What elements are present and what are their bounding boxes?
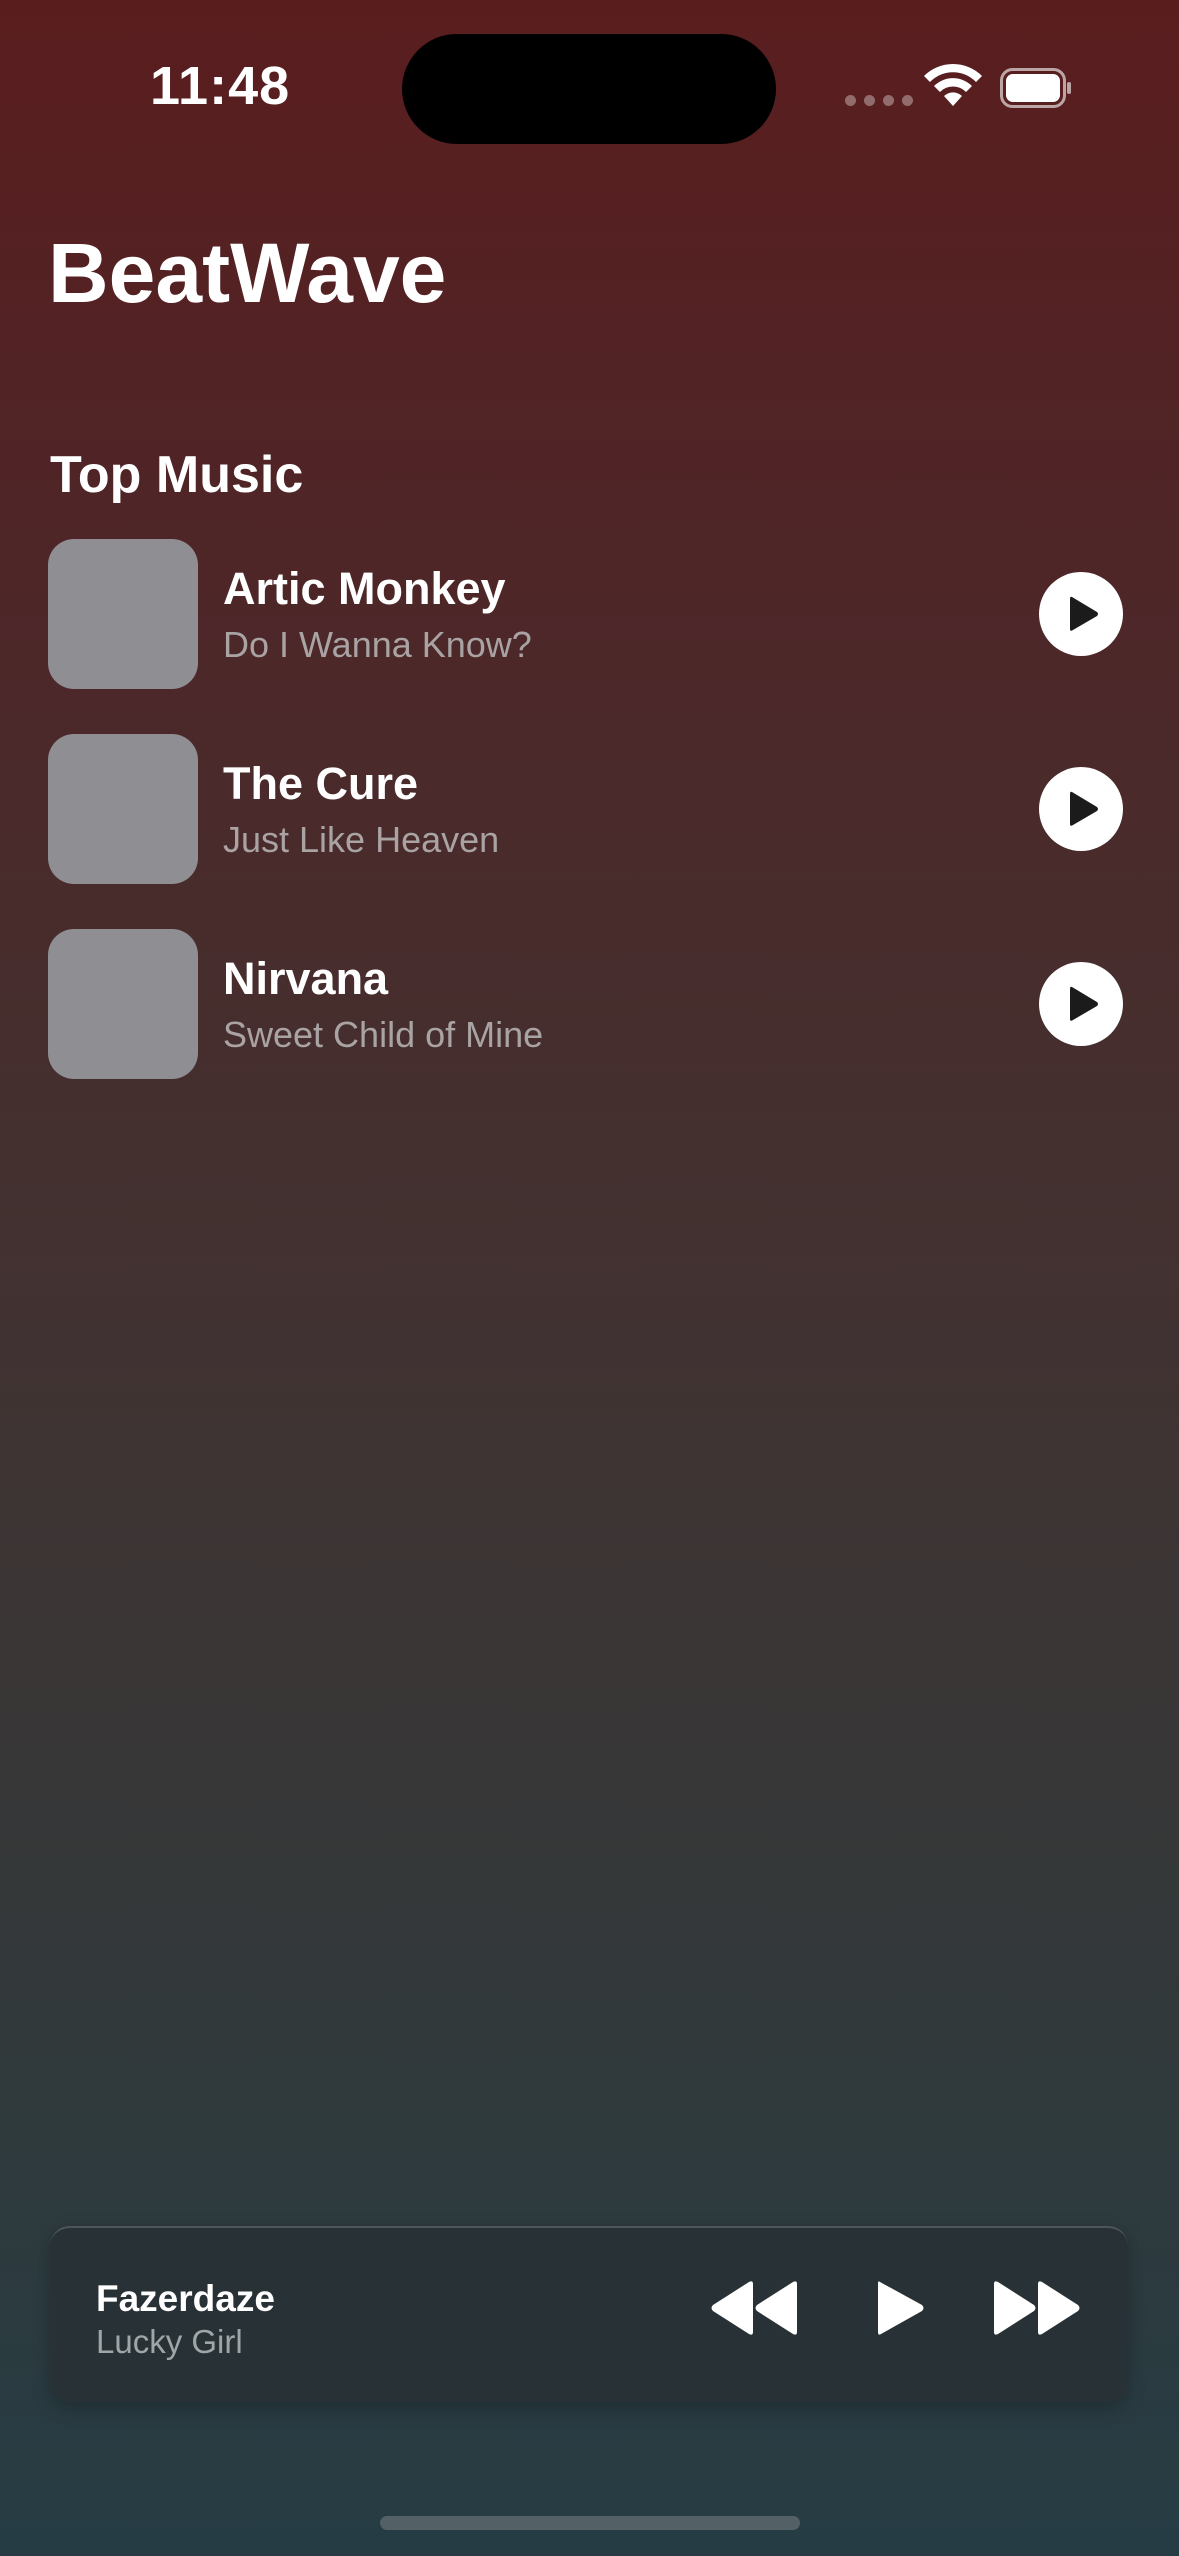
now-playing-artist: Fazerdaze <box>96 2278 275 2319</box>
dynamic-island <box>402 34 776 144</box>
track-song: Do I Wanna Know? <box>223 624 532 665</box>
backward-icon[interactable] <box>707 2276 801 2340</box>
now-playing-song: Lucky Girl <box>96 2323 243 2360</box>
play-button[interactable] <box>1039 767 1123 851</box>
track-row[interactable]: Artic Monkey Do I Wanna Know? <box>48 539 1124 689</box>
track-song: Sweet Child of Mine <box>223 1014 544 1055</box>
track-row[interactable]: Nirvana Sweet Child of Mine <box>48 929 1124 1079</box>
home-indicator[interactable] <box>380 2516 800 2530</box>
track-artist: Nirvana <box>223 953 389 1004</box>
play-icon <box>1070 986 1098 1021</box>
forward-icon[interactable] <box>990 2276 1084 2340</box>
status-time: 11:48 <box>150 56 291 116</box>
play-icon[interactable] <box>870 2276 930 2340</box>
play-icon <box>1070 791 1098 826</box>
battery-icon <box>1000 68 1071 108</box>
album-artwork <box>48 539 198 689</box>
track-row[interactable]: The Cure Just Like Heaven <box>48 734 1124 884</box>
play-button[interactable] <box>1039 572 1123 656</box>
track-artist: Artic Monkey <box>223 563 506 614</box>
track-song: Just Like Heaven <box>223 819 500 860</box>
album-artwork <box>48 929 198 1079</box>
play-button[interactable] <box>1039 962 1123 1046</box>
play-icon <box>1070 596 1098 631</box>
app-title: BeatWave <box>48 226 447 320</box>
track-artist: The Cure <box>223 758 419 809</box>
album-artwork <box>48 734 198 884</box>
section-title: Top Music <box>50 446 304 504</box>
now-playing-bar[interactable]: Fazerdaze Lucky Girl <box>50 2226 1128 2402</box>
wifi-icon <box>924 63 982 106</box>
signal-icon <box>845 95 913 106</box>
